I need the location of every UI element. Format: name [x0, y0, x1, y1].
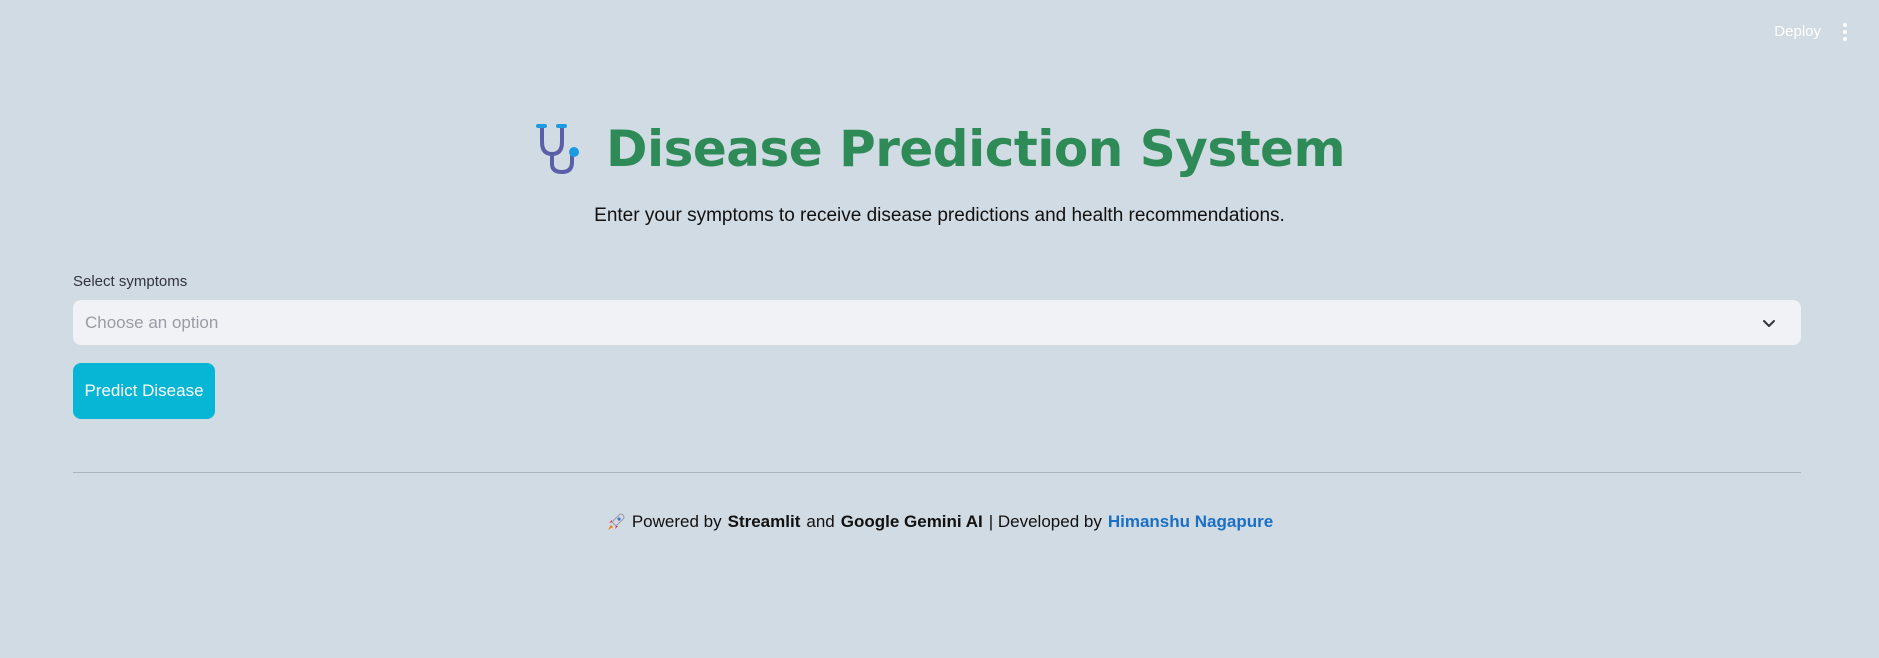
more-options-icon[interactable] [1837, 20, 1853, 44]
stethoscope-icon [535, 124, 579, 175]
symptoms-select[interactable]: Choose an option [73, 300, 1801, 345]
symptoms-label: Select symptoms [73, 273, 188, 290]
footer-developed-by: | Developed by [988, 512, 1102, 531]
predict-disease-button[interactable]: Predict Disease [73, 363, 215, 419]
page-title: Disease Prediction System [605, 120, 1346, 178]
footer-gemini: Google Gemini AI [840, 512, 983, 531]
page-header: Disease Prediction System [0, 120, 1879, 178]
footer-and: and [806, 512, 835, 531]
chevron-down-icon [1763, 319, 1775, 327]
footer-streamlit: Streamlit [727, 512, 801, 531]
symptoms-select-placeholder: Choose an option [85, 312, 219, 332]
divider [73, 472, 1801, 473]
top-toolbar: Deploy [0, 0, 1879, 64]
page-subtitle: Enter your symptoms to receive disease p… [594, 205, 1285, 226]
rocket-icon [607, 513, 625, 530]
author-link[interactable]: Himanshu Nagapure [1108, 512, 1273, 532]
deploy-button[interactable]: Deploy [1774, 20, 1821, 44]
footer: Powered by Streamlit and Google Gemini A… [0, 512, 1879, 532]
footer-powered-by: Powered by [631, 512, 722, 531]
